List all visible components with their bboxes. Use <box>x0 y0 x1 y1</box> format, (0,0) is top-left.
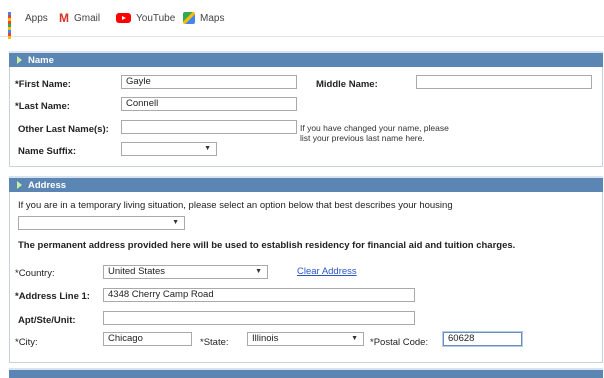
first-name-label: *First Name: <box>15 79 71 90</box>
state-select[interactable]: Illinois ▼ <box>247 332 364 346</box>
bookmark-gmail[interactable]: M Gmail <box>59 11 100 25</box>
next-section-header <box>9 368 603 378</box>
other-last-names-label: Other Last Name(s): <box>18 124 109 135</box>
country-select[interactable]: United States ▼ <box>103 265 268 279</box>
address-section-header[interactable]: Address <box>9 176 603 192</box>
bookmarks-bar: Apps M Gmail YouTube Maps <box>0 0 604 39</box>
youtube-icon <box>116 13 131 23</box>
bookmark-youtube[interactable]: YouTube <box>116 11 175 25</box>
section-title: Name <box>28 54 54 66</box>
other-last-names-note-line1: If you have changed your name, please <box>300 123 449 133</box>
state-value: Illinois <box>252 333 279 344</box>
other-last-names-field[interactable] <box>121 120 297 134</box>
temporary-housing-prompt: If you are in a temporary living situati… <box>18 200 453 211</box>
bookmark-apps[interactable]: Apps <box>8 11 48 39</box>
name-section-header[interactable]: Name <box>9 51 603 67</box>
postal-code-field[interactable]: 60628 <box>443 332 522 346</box>
dropdown-arrow-icon: ▼ <box>204 145 211 152</box>
last-name-label: *Last Name: <box>15 101 70 112</box>
other-last-names-note-line2: list your previous last name here. <box>300 133 425 143</box>
city-field[interactable]: Chicago <box>103 332 192 346</box>
expand-triangle-icon <box>17 181 22 189</box>
dropdown-arrow-icon: ▼ <box>351 335 358 342</box>
middle-name-label: Middle Name: <box>316 79 378 90</box>
state-label: *State: <box>200 337 229 348</box>
bookmark-maps[interactable]: Maps <box>183 11 224 25</box>
last-name-field[interactable]: Connell <box>121 97 297 111</box>
gmail-icon: M <box>59 11 69 25</box>
city-label: *City: <box>15 337 38 348</box>
section-title: Address <box>28 179 67 191</box>
maps-icon <box>183 12 195 24</box>
residency-note: The permanent address provided here will… <box>18 240 516 251</box>
name-suffix-label: Name Suffix: <box>18 146 77 157</box>
address-line1-field[interactable]: 4348 Cherry Camp Road <box>103 288 415 302</box>
first-name-field[interactable]: Gayle <box>121 75 297 89</box>
address-line1-label: *Address Line 1: <box>15 291 90 302</box>
expand-triangle-icon <box>17 56 22 64</box>
dropdown-arrow-icon: ▼ <box>172 219 179 226</box>
apt-label: Apt/Ste/Unit: <box>18 315 76 326</box>
apps-grid-icon <box>8 12 20 39</box>
bookmark-label: Gmail <box>74 12 101 24</box>
bookmark-label: YouTube <box>136 12 176 24</box>
postal-code-label: *Postal Code: <box>370 337 429 348</box>
apt-field[interactable] <box>103 311 415 325</box>
bookmark-label: Apps <box>25 12 48 24</box>
country-label: *Country: <box>15 268 55 279</box>
country-value: United States <box>108 266 166 277</box>
name-suffix-select[interactable]: ▼ <box>121 142 217 156</box>
temporary-housing-select[interactable]: ▼ <box>18 216 185 230</box>
clear-address-link[interactable]: Clear Address <box>297 266 357 277</box>
dropdown-arrow-icon: ▼ <box>255 268 262 275</box>
bookmark-label: Maps <box>200 12 225 24</box>
middle-name-field[interactable] <box>416 75 592 89</box>
